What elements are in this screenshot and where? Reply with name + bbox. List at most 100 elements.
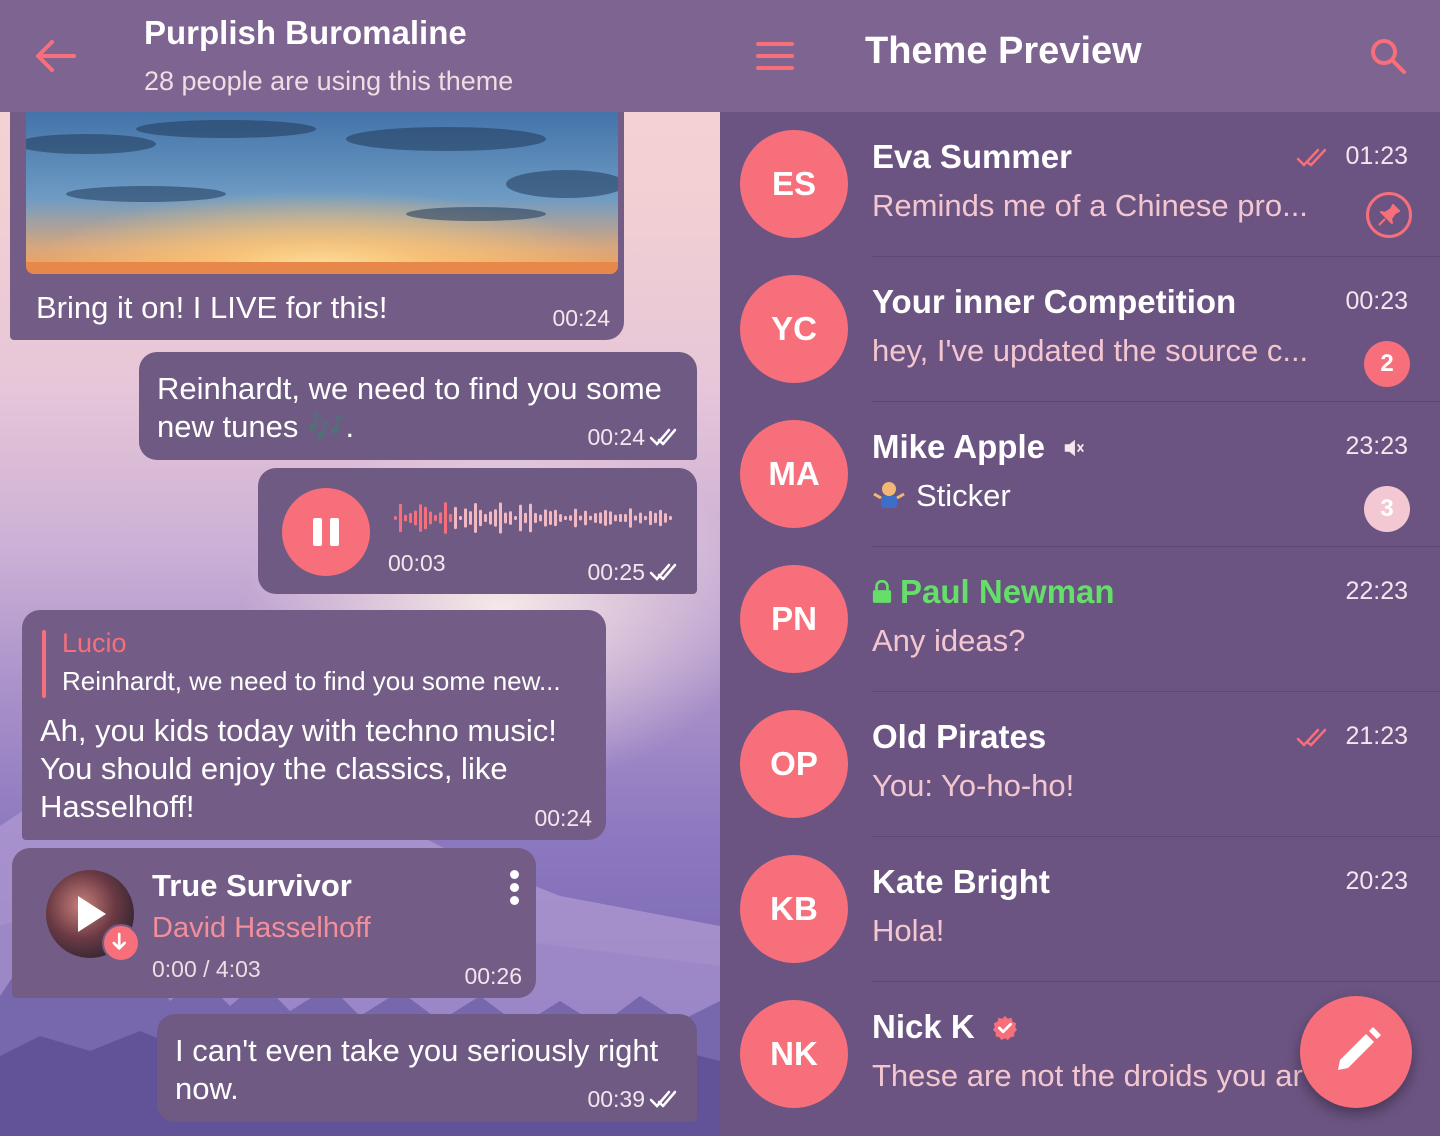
waveform-bar [404,514,407,522]
reply-quote[interactable]: Reinhardt, we need to find you some new.… [62,666,561,697]
waveform-bar [579,515,582,521]
pause-button[interactable] [282,488,370,576]
outgoing-message[interactable]: I can't even take you seriously right no… [157,1014,697,1122]
waveform-bar [399,503,402,533]
reply-message[interactable]: Lucio Reinhardt, we need to find you som… [22,610,606,840]
search-icon[interactable] [1368,36,1408,76]
audio-message[interactable]: True Survivor David Hasselhoff 0:00 / 4:… [12,848,536,998]
avatar: NK [740,1000,848,1108]
muted-icon [1064,439,1085,457]
waveform-bar [419,504,422,532]
waveform-bar [429,511,432,525]
waveform-bar [519,504,522,532]
chat-name-wrap: Nick K [872,1008,1018,1046]
waveform-bar [469,511,472,525]
read-ticks-icon [649,1090,677,1108]
hamburger-menu-icon[interactable] [756,42,794,70]
more-options-icon[interactable] [510,870,520,906]
download-icon[interactable] [102,924,140,962]
pause-icon [330,518,339,546]
chat-last-message: These are not the droids you ar [872,1058,1303,1093]
unread-badge-muted: 3 [1364,486,1410,532]
message-time: 00:39 [587,1086,645,1112]
chat-time: 20:23 [1345,867,1408,895]
waveform-bar [659,509,662,527]
waveform-bar [464,508,467,528]
chat-name: Mike Apple [872,428,1045,465]
waveform-bar [554,509,557,527]
chat-name-wrap: Mike Apple [872,428,1086,466]
chat-list-item[interactable]: PN Paul Newman Any ideas? 22:23 [720,547,1440,692]
sticker-emoji-icon [873,482,905,508]
sunrise-photo[interactable] [26,104,618,274]
outgoing-message[interactable]: Reinhardt, we need to find you some new … [139,352,697,460]
avatar: ES [740,130,848,238]
waveform-bar [529,503,532,533]
back-arrow-icon[interactable] [30,34,80,78]
voice-waveform[interactable] [392,498,676,538]
chat-last-message: You: Yo-ho-ho! [872,768,1075,803]
chat-list-item[interactable]: MA Mike Apple Sticker 23:23 3 [720,402,1440,547]
waveform-bar [574,508,577,528]
waveform-bar [479,509,482,527]
waveform-bar [424,506,427,530]
chat-time: 23:23 [1345,432,1408,460]
waveform-bar [489,511,492,525]
waveform-bar [649,510,652,526]
avatar: OP [740,710,848,818]
theme-name: Purplish Buromaline [144,14,467,51]
chat-time: 01:23 [1345,142,1408,170]
waveform-bar [584,510,587,526]
waveform-bar [589,515,592,521]
chat-list-item[interactable]: ES Eva Summer Reminds me of a Chinese pr… [720,112,1440,257]
verified-badge-icon [992,1015,1017,1041]
message-text: Bring it on! I LIVE for this! [36,290,388,325]
chat-preview-pane: Purplish Buromaline 28 people are using … [0,0,720,1136]
waveform-bar [439,512,442,524]
read-ticks-icon [1296,148,1327,167]
theme-preview-pane: Theme Preview ES Eva Summer Reminds me o… [720,0,1440,1136]
waveform-bar [614,514,617,522]
waveform-bar [599,512,602,524]
waveform-bar [504,512,507,524]
waveform-bar [544,509,547,527]
message-time: 00:25 [587,559,645,585]
chat-name: Eva Summer [872,138,1072,175]
waveform-bar [654,512,657,524]
waveform-bar [449,513,452,523]
chat-name: Paul Newman [900,573,1115,610]
waveform-bar [594,512,597,524]
chat-list-item[interactable]: YC Your inner Competition hey, I've upda… [720,257,1440,402]
chat-last-message: Any ideas? [872,623,1026,658]
read-ticks-icon [649,428,677,446]
reply-author: Lucio [62,628,127,658]
track-progress: 0:00 / 4:03 [152,956,261,982]
chat-list-item[interactable]: KB Kate Bright Hola! 20:23 [720,837,1440,982]
reply-accent-line [42,630,46,698]
avatar: MA [740,420,848,528]
waveform-bar [454,506,457,530]
compose-button[interactable] [1300,996,1412,1108]
photo-message[interactable]: Bring it on! I LIVE for this! 00:24 [10,104,624,340]
list-header: Theme Preview [720,0,1440,112]
waveform-bar [524,512,527,524]
chat-name: Your inner Competition [872,283,1237,320]
waveform-bar [564,515,567,521]
waveform-bar [644,515,647,521]
chat-last-message: Sticker [916,478,1011,513]
voice-message[interactable]: 00:03 00:25 [258,468,697,594]
waveform-bar [459,515,462,521]
voice-duration: 00:03 [388,550,446,576]
waveform-bar [494,509,497,527]
chat-name: Nick K [872,1008,975,1045]
message-text: Ah, you kids today with techno music! Yo… [40,713,557,824]
waveform-bar [394,516,397,520]
chat-list-item[interactable]: OP Old Pirates You: Yo-ho-ho! 21:23 [720,692,1440,837]
lock-icon [872,579,892,603]
chat-last-message: Hola! [872,913,945,948]
read-ticks-icon [649,563,677,581]
waveform-bar [514,515,517,521]
waveform-bar [559,513,562,523]
chat-last-message: Reminds me of a Chinese pro... [872,188,1308,223]
waveform-bar [629,508,632,528]
